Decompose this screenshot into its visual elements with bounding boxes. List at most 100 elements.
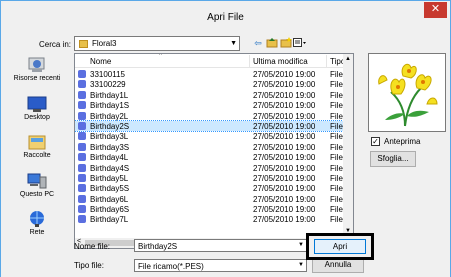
embroidery-file-icon bbox=[78, 70, 86, 78]
file-name: Birthday1S bbox=[90, 101, 130, 111]
file-modified: 27/05/2010 19:00 bbox=[253, 194, 316, 204]
file-row[interactable]: Birthday5L27/05/2010 19:00File Ric bbox=[75, 173, 353, 183]
sort-asc-icon: ^ bbox=[159, 53, 162, 59]
file-name: Birthday5L bbox=[90, 173, 129, 183]
back-icon[interactable]: ⇦ bbox=[251, 37, 265, 49]
lookin-combo[interactable]: Floral3 ▼ bbox=[74, 36, 240, 51]
file-rows: 3310011527/05/2010 19:00File Ric33100229… bbox=[75, 69, 353, 225]
embroidery-file-icon bbox=[78, 121, 86, 130]
file-row[interactable]: Birthday4L27/05/2010 19:00File Ric bbox=[75, 152, 353, 162]
open-button-highlight: Apri bbox=[306, 233, 374, 260]
place-network[interactable]: Rete bbox=[3, 210, 71, 236]
up-folder-icon[interactable] bbox=[265, 37, 279, 49]
file-modified: 27/05/2010 19:00 bbox=[253, 90, 316, 100]
preview-checkbox[interactable]: ✓ bbox=[371, 137, 380, 146]
places-bar: Risorse recenti Desktop Raccolte Questo … bbox=[1, 55, 73, 240]
recent-places-icon bbox=[28, 57, 45, 72]
file-name: Birthday7L bbox=[90, 215, 129, 225]
file-modified: 27/05/2010 19:00 bbox=[253, 132, 316, 142]
place-this-pc[interactable]: Questo PC bbox=[3, 172, 71, 198]
file-modified: 27/05/2010 19:00 bbox=[253, 70, 316, 79]
filetype-label: Tipo file: bbox=[74, 261, 104, 270]
file-row[interactable]: Birthday3L27/05/2010 19:00File Ric bbox=[75, 131, 353, 141]
window-title: Apri File bbox=[207, 12, 244, 23]
embroidery-file-icon bbox=[78, 215, 86, 224]
place-recent[interactable]: Risorse recenti bbox=[3, 56, 71, 82]
close-button[interactable]: ✕ bbox=[424, 2, 447, 18]
place-label: Questo PC bbox=[19, 191, 55, 198]
file-name: 33100115 bbox=[90, 70, 125, 79]
browse-button[interactable]: Sfoglia... bbox=[370, 151, 416, 167]
filename-field[interactable]: Birthday2S ▼ bbox=[134, 239, 307, 252]
file-row[interactable]: Birthday1L27/05/2010 19:00File Ric bbox=[75, 90, 353, 100]
file-name: Birthday4L bbox=[90, 153, 129, 163]
file-row[interactable]: Birthday6L27/05/2010 19:00File Ric bbox=[75, 194, 353, 204]
libraries-icon bbox=[28, 135, 46, 150]
file-modified: 27/05/2010 19:00 bbox=[253, 101, 316, 111]
column-modified[interactable]: Ultima modifica bbox=[253, 57, 308, 66]
embroidery-file-icon bbox=[78, 184, 86, 193]
filetype-value: File ricamo(*.PES) bbox=[138, 262, 204, 271]
file-name: 33100229 bbox=[90, 80, 126, 90]
file-row[interactable]: 3310022927/05/2010 19:00File Ric bbox=[75, 79, 353, 89]
filetype-select[interactable]: File ricamo(*.PES) ▼ bbox=[134, 259, 307, 272]
file-name: Birthday3L bbox=[90, 132, 129, 142]
embroidery-file-icon bbox=[78, 163, 86, 172]
embroidery-file-icon bbox=[78, 101, 86, 110]
filename-value[interactable]: Birthday2S bbox=[138, 242, 177, 251]
place-desktop[interactable]: Desktop bbox=[3, 95, 71, 121]
place-label: Raccolte bbox=[23, 152, 51, 159]
new-folder-icon[interactable] bbox=[279, 37, 293, 49]
lookin-value: Floral3 bbox=[92, 39, 117, 48]
desktop-icon bbox=[27, 96, 47, 112]
file-name: Birthday1L bbox=[90, 90, 129, 100]
file-row[interactable]: Birthday2S27/05/2010 19:00File Ric bbox=[75, 119, 353, 133]
cancel-button[interactable]: Annulla bbox=[312, 258, 364, 273]
file-modified: 27/05/2010 19:00 bbox=[253, 205, 316, 215]
file-row[interactable]: 3310011527/05/2010 19:00File Ric bbox=[75, 69, 353, 79]
file-row[interactable]: Birthday1S27/05/2010 19:00File Ric bbox=[75, 100, 353, 110]
embroidery-file-icon bbox=[78, 80, 86, 89]
file-modified: 27/05/2010 19:00 bbox=[253, 111, 316, 121]
lookin-label: Cerca in: bbox=[39, 40, 72, 49]
file-name: Birthday5S bbox=[90, 184, 130, 194]
place-label: Risorse recenti bbox=[13, 75, 61, 82]
file-modified: 27/05/2010 19:00 bbox=[253, 173, 316, 183]
preview-checkbox-label: Anteprima bbox=[384, 137, 421, 146]
place-label: Desktop bbox=[24, 114, 50, 121]
scroll-up-icon[interactable]: ▲ bbox=[345, 56, 351, 62]
folder-icon bbox=[79, 40, 88, 48]
file-row[interactable]: Birthday4S27/05/2010 19:00File Ric bbox=[75, 163, 353, 173]
file-name: Birthday6L bbox=[90, 194, 129, 204]
file-row[interactable]: Birthday7L27/05/2010 19:00File Ric bbox=[75, 214, 353, 224]
view-menu-icon[interactable] bbox=[293, 37, 307, 49]
preview-pane bbox=[368, 53, 446, 132]
file-row[interactable]: Birthday2L27/05/2010 19:00File Ric bbox=[75, 111, 353, 121]
title-bar: Apri File ✕ bbox=[0, 0, 451, 31]
filename-label: Nome file: bbox=[74, 242, 111, 251]
embroidery-file-icon bbox=[78, 194, 86, 203]
embroidery-file-icon bbox=[78, 111, 86, 120]
file-list[interactable]: ^ Nome Ultima modifica Tipo 33100115 27/0… bbox=[74, 53, 354, 249]
file-modified: 27/05/2010 19:00 bbox=[253, 153, 316, 163]
place-label: Rete bbox=[29, 229, 45, 236]
file-row[interactable]: Birthday3S27/05/2010 19:00File Ric bbox=[75, 142, 353, 152]
open-button[interactable]: Apri bbox=[314, 239, 366, 254]
vertical-scrollbar[interactable]: ▲ ▼ bbox=[343, 54, 353, 248]
file-row[interactable]: Birthday6S27/05/2010 19:00File Ric bbox=[75, 204, 353, 214]
file-modified: 27/05/2010 19:00 bbox=[253, 184, 316, 194]
chevron-down-icon[interactable]: ▼ bbox=[230, 40, 237, 47]
file-modified: 27/05/2010 19:00 bbox=[253, 215, 316, 225]
embroidery-preview bbox=[378, 63, 438, 127]
file-list-header: ^ Nome Ultima modifica Tipo bbox=[75, 54, 353, 68]
chevron-down-icon[interactable]: ▼ bbox=[298, 262, 304, 268]
embroidery-file-icon bbox=[78, 153, 86, 162]
file-row[interactable]: Birthday5S27/05/2010 19:00File Ric bbox=[75, 183, 353, 193]
place-libraries[interactable]: Raccolte bbox=[3, 133, 71, 159]
embroidery-file-icon bbox=[78, 173, 86, 182]
embroidery-file-icon bbox=[78, 205, 86, 214]
column-name[interactable]: Nome bbox=[90, 57, 111, 66]
chevron-down-icon[interactable]: ▼ bbox=[298, 242, 304, 248]
open-file-dialog: Cerca in: Floral3 ▼ ⇦ Risorse recenti De… bbox=[0, 31, 451, 277]
file-modified: 27/05/2010 19:00 bbox=[253, 80, 316, 90]
